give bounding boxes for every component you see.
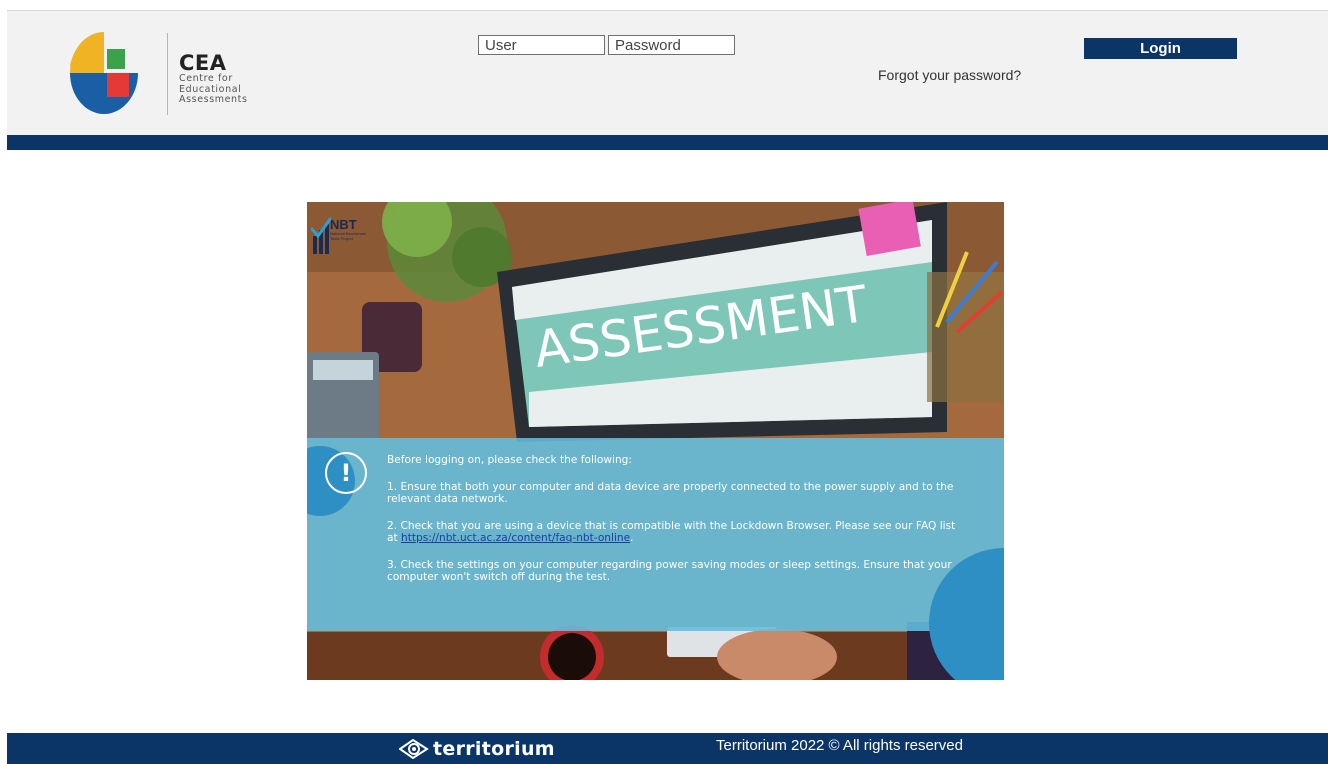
brand-name: CEA Centre for Educational Assessments — [179, 52, 248, 106]
brand-abbreviation: CEA — [179, 51, 227, 75]
brand-line-3: Assessments — [179, 94, 248, 105]
checklist-item-2-end: . — [630, 532, 634, 544]
footer-copyright: Territorium 2022 © All rights reserved — [716, 737, 963, 754]
checklist-item-3: 3. Check the settings on your computer r… — [387, 558, 952, 584]
logo-divider — [167, 33, 168, 115]
territorium-eye-icon — [399, 739, 429, 759]
nbt-logo: NBT National Benchmark Tests Project — [330, 218, 370, 241]
page-footer: territorium Territorium 2022 © All right… — [7, 733, 1328, 764]
header-navy-bar — [7, 135, 1328, 150]
login-button[interactable]: Login — [1084, 38, 1237, 59]
exclamation-icon: ! — [325, 452, 367, 494]
user-input[interactable] — [478, 35, 605, 55]
password-input[interactable] — [608, 35, 735, 55]
checklist-heading: Before logging on, please check the foll… — [387, 454, 632, 466]
checklist-text: Before logging on, please check the foll… — [387, 454, 957, 598]
brand-line-1: Centre for — [179, 73, 233, 84]
nbt-subtitle: National Benchmark Tests Project — [330, 231, 367, 241]
cea-logo-icon — [70, 32, 138, 114]
faq-link[interactable]: https://nbt.uct.ac.za/content/faq-nbt-on… — [401, 532, 630, 544]
territorium-logo-text: territorium — [433, 738, 555, 760]
pre-login-checklist-panel: ! Before logging on, please check the fo… — [307, 438, 1004, 680]
territorium-logo: territorium — [399, 738, 555, 760]
nbt-abbreviation: NBT — [330, 217, 357, 232]
checklist-item-2: 2. Check that you are using a device tha… — [387, 520, 957, 545]
forgot-password-link[interactable]: Forgot your password? — [878, 67, 1021, 83]
nbt-check-icon — [311, 217, 331, 254]
assessment-banner: ASSESSMENT NBT National Benchmark Tests … — [307, 202, 1004, 680]
checklist-item-1: 1. Ensure that both your computer and da… — [387, 480, 954, 506]
